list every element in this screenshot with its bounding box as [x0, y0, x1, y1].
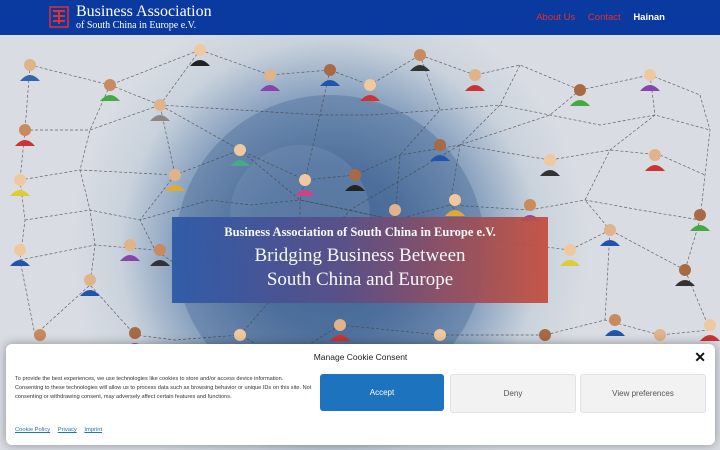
person-node — [560, 244, 580, 266]
person-node — [605, 314, 625, 336]
person-node — [640, 69, 660, 91]
person-node — [410, 49, 430, 71]
person-node — [645, 149, 665, 171]
person-node — [15, 124, 35, 146]
person-node — [10, 174, 30, 196]
main-nav: About Us Contact Hainan — [526, 12, 665, 23]
site-header: Business Association of South China in E… — [0, 0, 720, 35]
nav-hainan[interactable]: Hainan — [633, 12, 665, 23]
cookie-description: To provide the best experiences, we use … — [15, 376, 312, 401]
cookie-policy-link[interactable]: Cookie Policy — [15, 427, 50, 433]
cookie-dialog-title: Manage Cookie Consent — [313, 352, 408, 362]
nav-contact[interactable]: Contact — [588, 12, 621, 23]
person-node — [690, 209, 710, 231]
banner-headline-line-1: Bridging Business Between — [254, 245, 466, 266]
person-node — [600, 224, 620, 246]
person-node — [150, 244, 170, 266]
person-node — [190, 44, 210, 66]
person-node — [100, 79, 120, 101]
person-node — [675, 264, 695, 286]
cookie-consent-dialog: Manage Cookie Consent ✕ To provide the b… — [6, 344, 715, 445]
person-node — [540, 154, 560, 176]
close-icon[interactable]: ✕ — [694, 349, 706, 366]
person-node — [165, 169, 185, 191]
brand-title[interactable]: Business Association — [76, 3, 212, 21]
banner-headline-line-2: South China and Europe — [266, 269, 454, 290]
banner-headline: Bridging Business Between South China an… — [172, 244, 548, 292]
cookie-links: Cookie Policy Privacy Imprint — [15, 427, 108, 433]
person-node — [10, 244, 30, 266]
person-node — [360, 79, 380, 101]
logo-icon[interactable] — [49, 6, 69, 28]
accept-button[interactable]: Accept — [320, 374, 444, 411]
deny-button[interactable]: Deny — [450, 374, 576, 413]
banner-organization-name: Business Association of South China in E… — [224, 225, 496, 239]
person-node — [700, 319, 720, 341]
person-node — [120, 239, 140, 261]
privacy-link[interactable]: Privacy — [58, 427, 77, 433]
nav-about-us[interactable]: About Us — [536, 12, 575, 23]
view-preferences-button[interactable]: View preferences — [580, 374, 706, 413]
person-node — [80, 274, 100, 296]
imprint-link[interactable]: Imprint — [84, 427, 102, 433]
brand-subtitle[interactable]: of South China in Europe e.V. — [76, 20, 196, 32]
person-node — [20, 59, 40, 81]
person-node — [320, 64, 340, 86]
hero-banner: Business Association of South China in E… — [172, 217, 548, 303]
